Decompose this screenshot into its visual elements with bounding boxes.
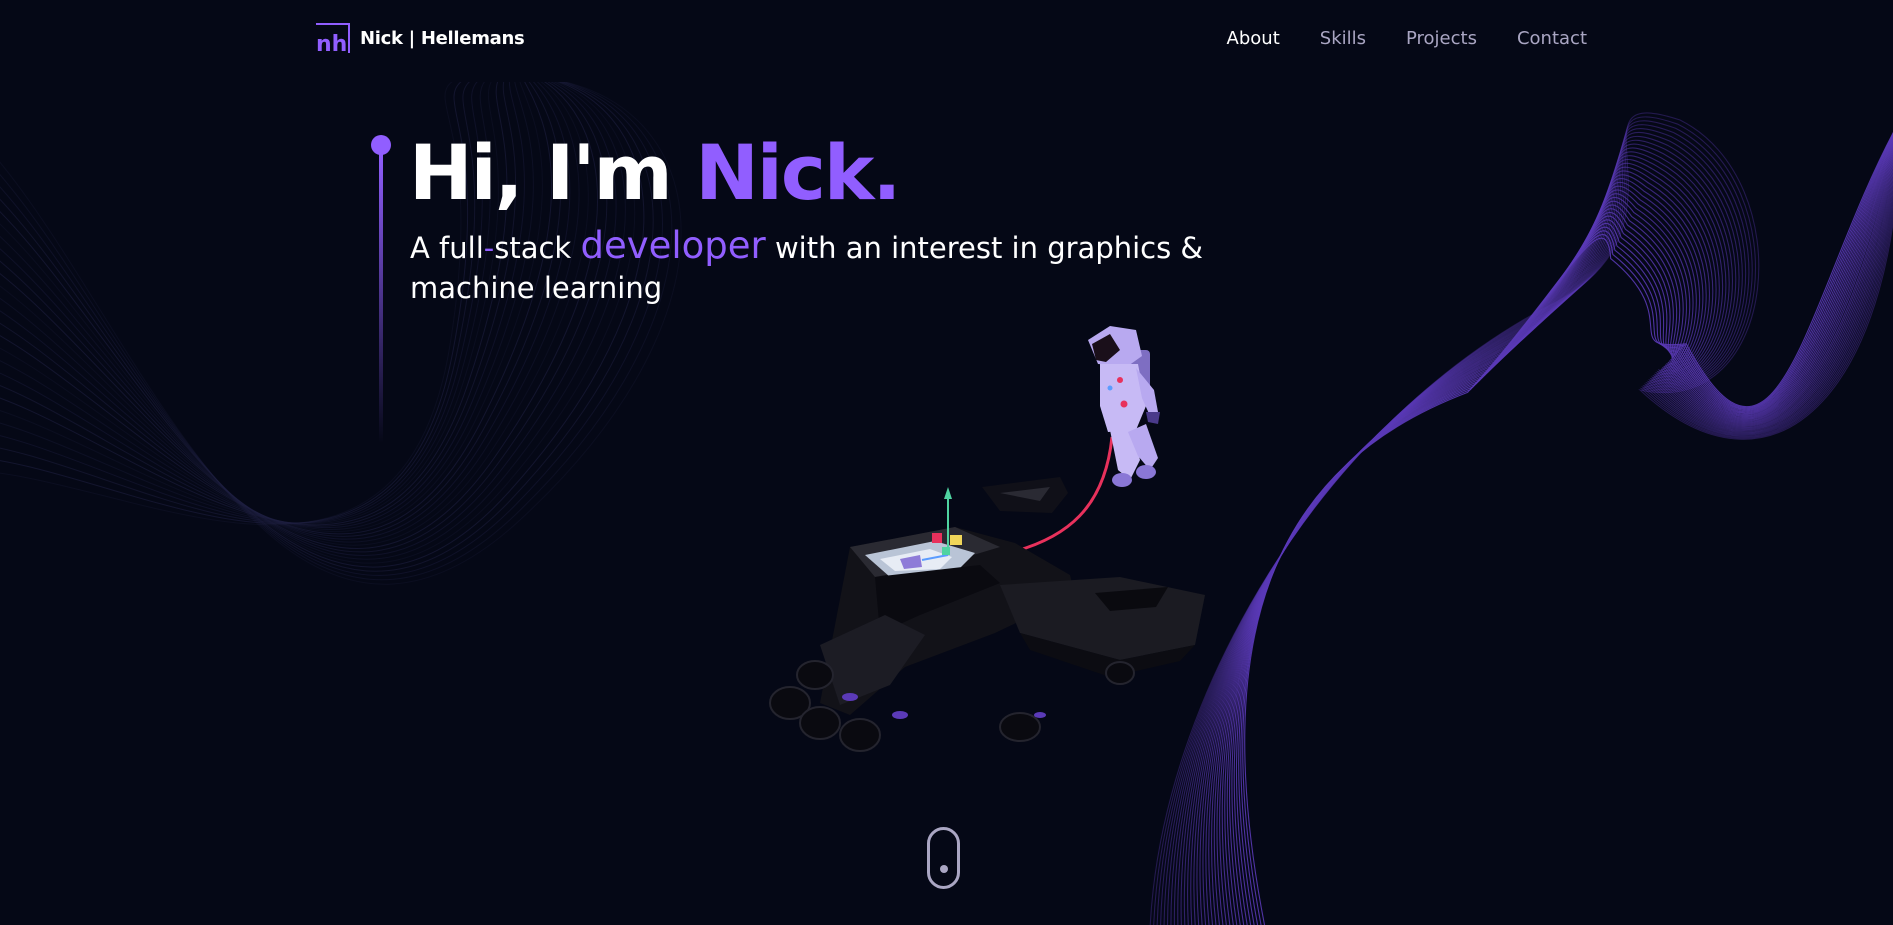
- nav-link-projects[interactable]: Projects: [1406, 28, 1477, 49]
- astronaut-icon: [1088, 326, 1160, 487]
- hero-accent-line: [371, 135, 391, 443]
- hero-title-prefix: Hi, I'm: [409, 128, 696, 217]
- nav-link-contact[interactable]: Contact: [1517, 28, 1587, 49]
- navbar: nh Nick | Hellemans About Skills Project…: [0, 0, 1893, 82]
- hero-3d-canvas[interactable]: [700, 315, 1240, 775]
- logo-text: Nick | Hellemans: [360, 27, 525, 49]
- svg-text:nh: nh: [316, 32, 347, 55]
- hero-subtitle: A full-stack developer with an interest …: [410, 226, 1270, 308]
- hero-title-name: Nick.: [695, 128, 901, 217]
- subtitle-part1: A full: [410, 231, 484, 265]
- scroll-dot: [940, 865, 948, 873]
- nav-links: About Skills Projects Contact: [1227, 28, 1587, 49]
- subtitle-dash: -: [483, 231, 495, 265]
- spaceship-icon: [769, 477, 1205, 752]
- page: nh Nick | Hellemans About Skills Project…: [0, 0, 1893, 925]
- nav-link-skills[interactable]: Skills: [1320, 28, 1366, 49]
- subtitle-part2: stack: [494, 231, 581, 265]
- hero-title: Hi, I'm Nick.: [409, 128, 901, 218]
- subtitle-highlight: developer: [580, 224, 766, 267]
- mouse-scroll-icon[interactable]: [927, 827, 960, 889]
- logo-mark-icon: nh: [316, 23, 350, 55]
- logo-link[interactable]: nh Nick | Hellemans: [316, 23, 525, 55]
- nav-link-about[interactable]: About: [1227, 28, 1280, 49]
